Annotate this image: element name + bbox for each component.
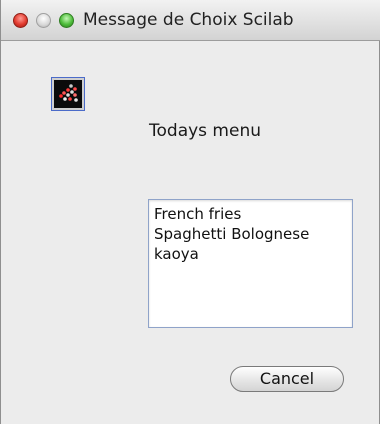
minimize-icon[interactable]	[36, 13, 51, 28]
scilab-logo-icon	[51, 77, 85, 111]
choice-list[interactable]: French fries Spaghetti Bolognese kaoya	[148, 199, 353, 328]
title-bar[interactable]: Message de Choix Scilab	[1, 0, 380, 41]
dialog-message: Todays menu	[149, 121, 261, 141]
window-title: Message de Choix Scilab	[83, 10, 294, 30]
zoom-icon[interactable]	[59, 13, 74, 28]
list-item[interactable]: kaoya	[154, 244, 347, 264]
cancel-button[interactable]: Cancel	[230, 366, 344, 392]
dialog-window: Message de Choix Scilab Todays menu Fren…	[0, 0, 380, 424]
close-icon[interactable]	[13, 13, 28, 28]
list-item[interactable]: French fries	[154, 204, 347, 224]
list-item[interactable]: Spaghetti Bolognese	[154, 224, 347, 244]
